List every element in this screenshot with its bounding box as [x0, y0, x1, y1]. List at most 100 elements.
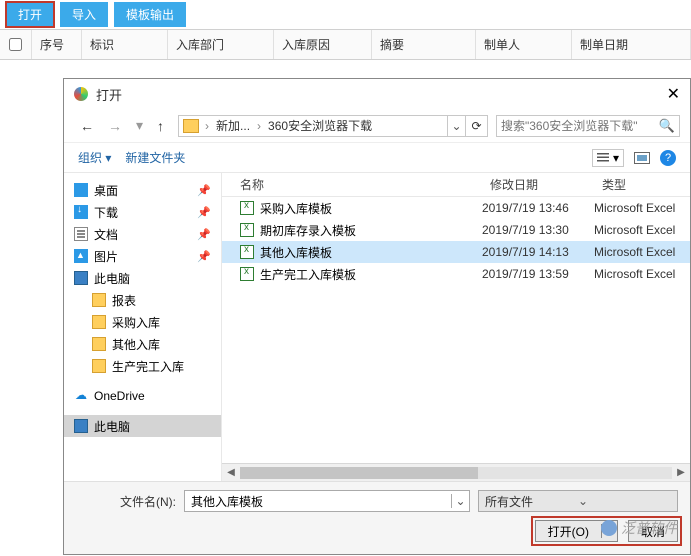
tree-download[interactable]: 下载📌	[64, 201, 221, 223]
pin-icon: 📌	[197, 184, 211, 197]
tree-qtrk[interactable]: 其他入库	[64, 333, 221, 355]
file-date: 2019/7/19 13:59	[482, 267, 594, 281]
folder-icon	[92, 293, 106, 307]
col-type[interactable]: 类型	[594, 176, 690, 193]
tree-cgrk[interactable]: 采购入库	[64, 311, 221, 333]
open-split-dropdown-icon[interactable]: ▼	[601, 524, 617, 538]
file-date: 2019/7/19 13:30	[482, 223, 594, 237]
col-dept[interactable]: 入库部门	[168, 30, 274, 59]
search-icon[interactable]: 🔍	[659, 118, 675, 134]
new-folder-button[interactable]: 新建文件夹	[125, 149, 185, 166]
select-all-cell	[0, 30, 32, 59]
dialog-icon	[74, 87, 88, 101]
cancel-button[interactable]: 取消	[628, 520, 678, 542]
pictures-icon	[74, 249, 88, 263]
dialog-nav: ← → ▾ ↑ › 新加... › 360安全浏览器下载 ⌄ ⟳ 🔍	[64, 109, 690, 143]
breadcrumb[interactable]: › 新加... › 360安全浏览器下载 ⌄ ⟳	[178, 115, 488, 137]
xls-icon	[240, 223, 254, 237]
filetype-filter[interactable]: 所有文件 ⌄	[478, 490, 678, 512]
col-filename[interactable]: 名称	[222, 176, 482, 193]
pin-icon: 📌	[197, 228, 211, 241]
filename-input[interactable]	[185, 494, 451, 508]
file-name: 生产完工入库模板	[260, 266, 356, 283]
filename-field-wrap: ⌄	[184, 490, 470, 512]
pin-icon: 📌	[197, 206, 211, 219]
nav-back-icon[interactable]: ←	[74, 116, 100, 136]
scroll-left-icon[interactable]: ◀	[224, 467, 238, 478]
preview-pane-icon[interactable]	[634, 152, 650, 164]
filename-label: 文件名(N):	[76, 493, 176, 510]
close-icon[interactable]: ✕	[646, 84, 680, 104]
app-top-toolbar: 打开 导入 模板输出	[0, 0, 691, 30]
col-summary[interactable]: 摘要	[372, 30, 476, 59]
tree-docs[interactable]: 文档📌	[64, 223, 221, 245]
file-list-header: 名称 修改日期 类型	[222, 173, 690, 197]
file-list-rows: 采购入库模板 2019/7/19 13:46 Microsoft Excel 期初库存…	[222, 197, 690, 463]
dialog-toolbar: 组织 ▾ 新建文件夹 ▾ ?	[64, 143, 690, 173]
tree-desktop[interactable]: 桌面📌	[64, 179, 221, 201]
search-input[interactable]	[501, 119, 659, 133]
filename-dropdown-icon[interactable]: ⌄	[451, 494, 469, 508]
tree-scwgrk[interactable]: 生产完工入库	[64, 355, 221, 377]
nav-arrows: ← → ▾ ↑	[74, 115, 170, 136]
dialog-footer: 文件名(N): ⌄ 所有文件 ⌄ 打开(O) ▼ 取消	[64, 481, 690, 554]
col-date[interactable]: 制单日期	[572, 30, 691, 59]
folder-icon	[92, 359, 106, 373]
file-row[interactable]: 其他入库模板2019/7/19 14:13Microsoft Excel	[222, 241, 690, 263]
dialog-buttons: 打开(O) ▼ 取消	[535, 520, 678, 542]
col-reason[interactable]: 入库原因	[274, 30, 372, 59]
tree-thispc[interactable]: 此电脑	[64, 267, 221, 289]
tree-pics[interactable]: 图片📌	[64, 245, 221, 267]
nav-recent-icon[interactable]: ▾	[130, 115, 149, 136]
grid-header: 序号 标识 入库部门 入库原因 摘要 制单人 制单日期	[0, 30, 691, 60]
download-icon	[74, 205, 88, 219]
view-mode-button[interactable]: ▾	[592, 149, 624, 167]
open-button[interactable]: 打开	[6, 2, 54, 27]
breadcrumb-dropdown-icon[interactable]: ⌄	[447, 116, 465, 136]
pc-icon	[74, 419, 88, 433]
pin-icon: 📌	[197, 250, 211, 263]
file-row[interactable]: 期初库存录入模板2019/7/19 13:30Microsoft Excel	[222, 219, 690, 241]
organize-menu[interactable]: 组织 ▾	[78, 149, 111, 166]
tree-onedrive[interactable]: ☁OneDrive	[64, 385, 221, 407]
open-file-dialog: 打开 ✕ ← → ▾ ↑ › 新加... › 360安全浏览器下载 ⌄ ⟳ 🔍 …	[63, 78, 691, 555]
dialog-body: 桌面📌 下载📌 文档📌 图片📌 此电脑 报表 采购入库 其他入库 生产完工入库 …	[64, 173, 690, 481]
file-date: 2019/7/19 14:13	[482, 245, 594, 259]
col-flag[interactable]: 标识	[82, 30, 168, 59]
file-row[interactable]: 采购入库模板2019/7/19 13:46Microsoft Excel	[222, 197, 690, 219]
import-button[interactable]: 导入	[60, 2, 108, 27]
dialog-titlebar: 打开 ✕	[64, 79, 690, 109]
file-type: Microsoft Excel	[594, 267, 690, 281]
col-maker[interactable]: 制单人	[476, 30, 572, 59]
folder-tree: 桌面📌 下载📌 文档📌 图片📌 此电脑 报表 采购入库 其他入库 生产完工入库 …	[64, 173, 222, 481]
horizontal-scrollbar[interactable]: ◀ ▶	[222, 463, 690, 481]
folder-icon	[92, 337, 106, 351]
folder-icon	[183, 119, 199, 133]
nav-forward-icon[interactable]: →	[102, 116, 128, 136]
xls-icon	[240, 245, 254, 259]
file-date: 2019/7/19 13:46	[482, 201, 594, 215]
desktop-icon	[74, 183, 88, 197]
scroll-track[interactable]	[240, 467, 672, 479]
breadcrumb-sep: ›	[255, 119, 263, 133]
scroll-thumb[interactable]	[240, 467, 478, 479]
file-row[interactable]: 生产完工入库模板 2019/7/19 13:59Microsoft Excel	[222, 263, 690, 285]
col-seq[interactable]: 序号	[32, 30, 82, 59]
template-export-button[interactable]: 模板输出	[114, 2, 186, 27]
file-list: 名称 修改日期 类型 采购入库模板 2019/7/19 13:46 Microsof…	[222, 173, 690, 481]
help-icon[interactable]: ?	[660, 150, 676, 166]
nav-up-icon[interactable]: ↑	[151, 116, 170, 136]
dialog-search[interactable]: 🔍	[496, 115, 680, 137]
open-confirm-button[interactable]: 打开(O) ▼	[535, 520, 618, 542]
document-icon	[74, 227, 88, 241]
breadcrumb-part2[interactable]: 360安全浏览器下载	[263, 117, 377, 134]
col-modified[interactable]: 修改日期	[482, 176, 594, 193]
scroll-right-icon[interactable]: ▶	[674, 467, 688, 478]
refresh-icon[interactable]: ⟳	[465, 116, 487, 136]
select-all-checkbox[interactable]	[9, 38, 22, 51]
onedrive-icon: ☁	[74, 389, 88, 403]
breadcrumb-part1[interactable]: 新加...	[211, 117, 255, 134]
file-name: 采购入库模板	[260, 200, 332, 217]
tree-reports[interactable]: 报表	[64, 289, 221, 311]
tree-thispc2[interactable]: 此电脑	[64, 415, 221, 437]
